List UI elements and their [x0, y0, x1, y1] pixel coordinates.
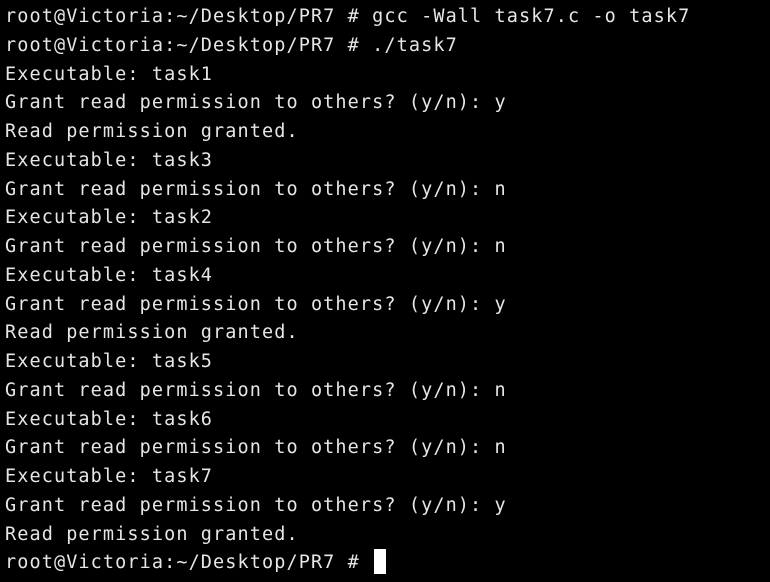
terminal-line-command: root@Victoria:~/Desktop/PR7 # gcc -Wall … — [5, 6, 691, 27]
terminal-line-output: Read permission granted. — [5, 121, 299, 142]
terminal-line-output: Executable: task7 — [5, 466, 214, 487]
terminal-line-output: Executable: task6 — [5, 408, 214, 430]
terminal-line-output: Grant read permission to others? (y/n): … — [5, 379, 507, 401]
terminal-line-output: Executable: task5 — [5, 351, 214, 372]
terminal-line-output: Read permission granted. — [5, 523, 299, 545]
terminal-line-output: Read permission granted. — [5, 322, 299, 344]
terminal-prompt-line[interactable]: root@Victoria:~/Desktop/PR7 # — [5, 549, 770, 578]
terminal-line-output: Grant read permission to others? (y/n): … — [5, 494, 507, 516]
terminal-line-output: Grant read permission to others? (y/n): … — [5, 293, 507, 315]
shell-prompt: root@Victoria:~/Desktop/PR7 # — [5, 552, 373, 574]
terminal-line-output: Grant read permission to others? (y/n): … — [5, 178, 507, 200]
terminal-line-command: root@Victoria:~/Desktop/PR7 # ./task7 — [5, 34, 458, 56]
terminal-line-output: Grant read permission to others? (y/n): … — [5, 236, 507, 257]
text-cursor — [374, 549, 387, 575]
terminal-line-output: Executable: task4 — [5, 264, 214, 286]
terminal-line-output: Executable: task2 — [5, 207, 214, 229]
terminal-line-output: Executable: task1 — [5, 63, 214, 85]
terminal-line-output: Grant read permission to others? (y/n): … — [5, 92, 507, 114]
terminal-window[interactable]: root@Victoria:~/Desktop/PR7 # gcc -Wall … — [0, 0, 770, 582]
terminal-line-output: Grant read permission to others? (y/n): … — [5, 437, 507, 459]
terminal-line-output: Executable: task3 — [5, 149, 214, 171]
